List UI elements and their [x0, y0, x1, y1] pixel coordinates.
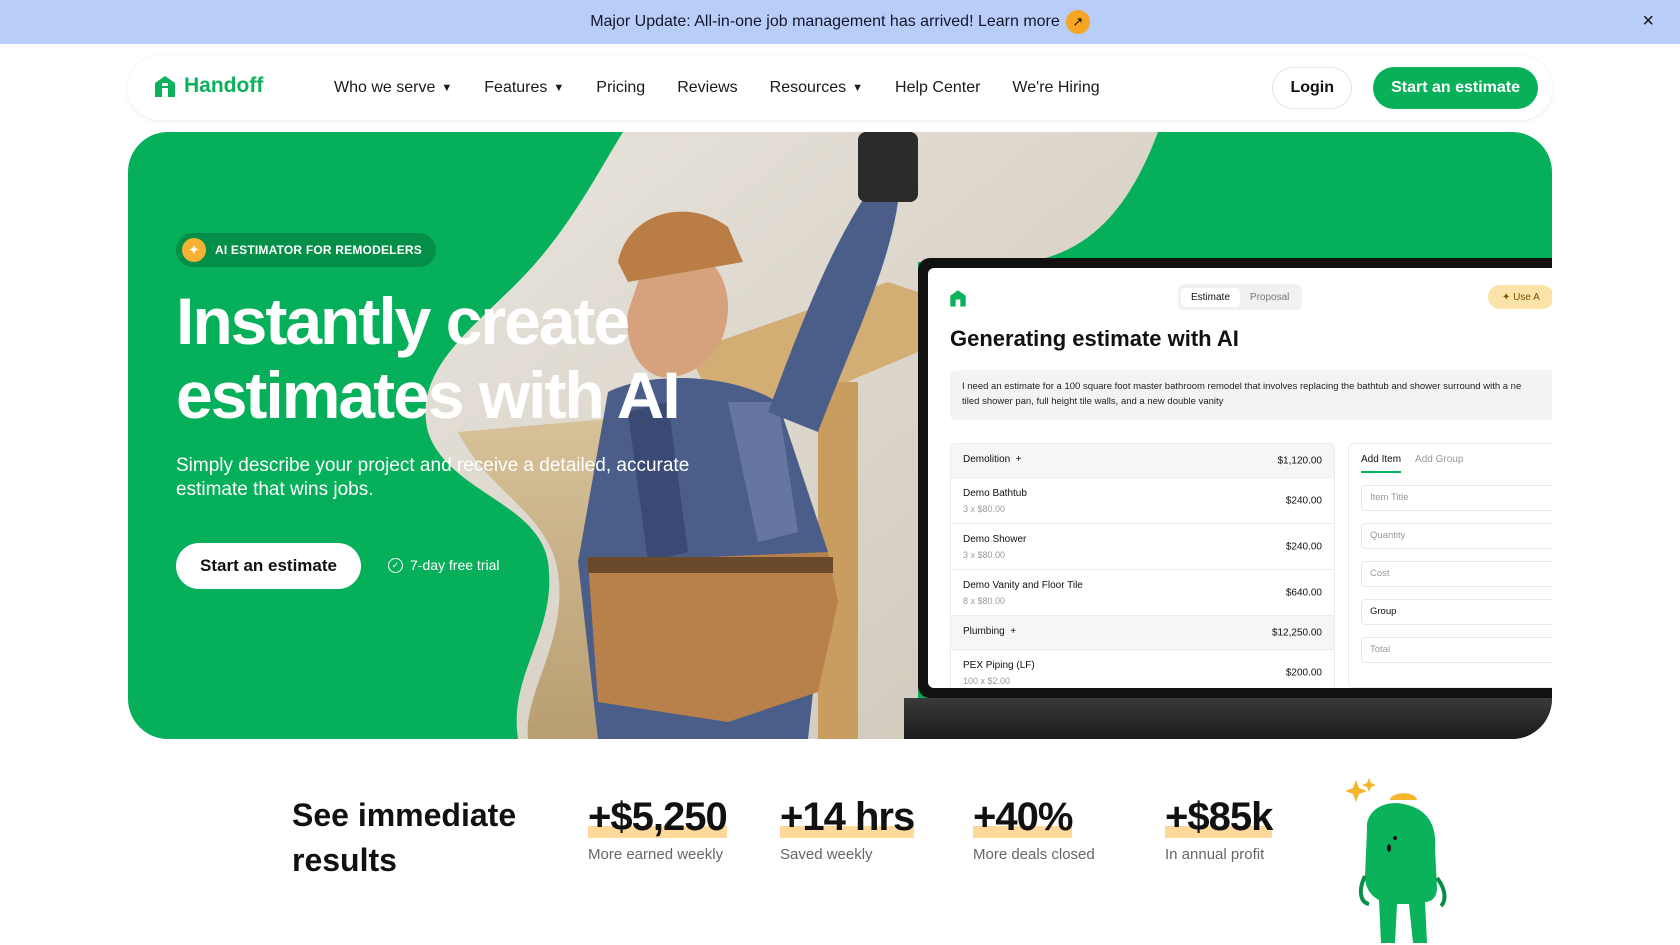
- stat-deals: +40% More deals closed: [973, 795, 1095, 863]
- logo[interactable]: Handoff: [152, 73, 263, 99]
- use-ai-button[interactable]: ✦ Use A: [1488, 285, 1552, 309]
- sparkle-icon: ✦: [1502, 291, 1514, 303]
- hero-section: ✦ AI ESTIMATOR FOR REMODELERS Instantly …: [128, 132, 1552, 739]
- table-row[interactable]: PEX Piping (LF) 100 x $2.00 $200.00: [951, 650, 1334, 688]
- nav-item-hiring[interactable]: We're Hiring: [1012, 79, 1099, 97]
- tab-estimate[interactable]: Estimate: [1181, 287, 1240, 307]
- stat-label: More deals closed: [973, 846, 1095, 863]
- stat-value: +$5,250: [588, 795, 728, 839]
- mockup-title: Generating estimate with AI: [950, 326, 1239, 351]
- tab-add-item[interactable]: Add Item: [1361, 454, 1402, 473]
- announcement-text[interactable]: Major Update: All-in-one job management …: [590, 13, 1060, 31]
- group-select[interactable]: Group: [1361, 599, 1552, 625]
- hero-title: Instantly create estimates with AI: [176, 284, 736, 432]
- stat-label: Saved weekly: [780, 846, 873, 863]
- plus-icon[interactable]: +: [1007, 626, 1016, 637]
- login-button[interactable]: Login: [1272, 67, 1352, 109]
- tab-add-group[interactable]: Add Group: [1415, 454, 1463, 473]
- handoff-logo-icon: [950, 290, 966, 307]
- stat-earned: +$5,250 More earned weekly: [588, 795, 728, 863]
- group-row-plumbing[interactable]: Plumbing + $12,250.00: [951, 616, 1334, 650]
- total-field: Total$: [1361, 637, 1552, 663]
- stats-heading: See immediate results: [292, 797, 517, 878]
- nav-links: Who we serve ▼ Features ▼ Pricing Reviews …: [334, 56, 1132, 120]
- nav-item-reviews[interactable]: Reviews: [677, 79, 737, 97]
- check-circle-icon: ✓: [388, 557, 403, 573]
- hero-badge-label: AI ESTIMATOR FOR REMODELERS: [215, 243, 422, 257]
- stat-label: More earned weekly: [588, 846, 724, 863]
- estimate-proposal-tabs: Estimate Proposal: [1178, 284, 1303, 310]
- tab-proposal[interactable]: Proposal: [1240, 288, 1299, 307]
- ai-prompt-text: I need an estimate for a 100 square foot…: [950, 370, 1552, 420]
- free-trial-note: ✓ 7-day free trial: [388, 557, 499, 573]
- cost-field[interactable]: Cost$: [1361, 561, 1552, 587]
- arrow-up-right-icon[interactable]: ↗: [1065, 10, 1090, 34]
- table-row[interactable]: Demo Shower 3 x $80.00 $240.00: [951, 524, 1334, 570]
- close-icon[interactable]: ×: [1642, 10, 1654, 33]
- stat-value: +$85k: [1165, 795, 1273, 839]
- logo-text: Handoff: [184, 74, 264, 97]
- stat-label: In annual profit: [1165, 846, 1265, 863]
- stat-hours: +14 hrs Saved weekly: [780, 795, 915, 863]
- laptop-mockup: Estimate Proposal ✦ Use A Generating est…: [918, 258, 1552, 698]
- chevron-down-icon: ▼: [852, 82, 864, 94]
- hero-start-estimate-button[interactable]: Start an estimate: [176, 543, 361, 589]
- table-row[interactable]: Demo Bathtub 3 x $80.00 $240.00: [951, 478, 1334, 524]
- add-item-panel: Add Item Add Group Item Title Quantity C…: [1348, 443, 1552, 688]
- stat-value: +40%: [973, 795, 1073, 839]
- stat-profit: +$85k In annual profit: [1165, 795, 1273, 863]
- announcement-bar: Major Update: All-in-one job management …: [0, 0, 1680, 44]
- chevron-down-icon: ▼: [553, 82, 565, 94]
- table-row[interactable]: Demo Vanity and Floor Tile 8 x $80.00 $6…: [951, 570, 1334, 616]
- estimate-app-screen: Estimate Proposal ✦ Use A Generating est…: [928, 268, 1552, 688]
- hero-title-line1: Instantly create: [176, 284, 630, 358]
- plus-icon[interactable]: +: [1013, 454, 1022, 465]
- main-nav: Handoff Who we serve ▼ Features ▼ Pricing …: [128, 56, 1552, 120]
- nav-start-estimate-button[interactable]: Start an estimate: [1373, 67, 1538, 109]
- nav-item-features[interactable]: Features ▼: [484, 79, 564, 97]
- hero-subtitle: Simply describe your project and receive…: [176, 455, 690, 500]
- quantity-field[interactable]: Quantity: [1361, 523, 1552, 549]
- nav-item-help-center[interactable]: Help Center: [895, 79, 980, 97]
- stat-value: +14 hrs: [780, 795, 915, 839]
- estimate-line-items: Demolition + $1,120.00 Demo Bathtub 3 x …: [950, 443, 1335, 688]
- laptop-base: [904, 698, 1552, 739]
- item-title-field[interactable]: Item Title: [1361, 485, 1552, 511]
- chevron-down-icon: ▼: [441, 82, 453, 94]
- hero-badge: ✦ AI ESTIMATOR FOR REMODELERS: [176, 233, 436, 267]
- group-row-demolition[interactable]: Demolition + $1,120.00: [951, 444, 1334, 478]
- handoff-logo-icon: [155, 76, 175, 97]
- free-trial-label: 7-day free trial: [410, 557, 500, 573]
- mascot-illustration: [1345, 778, 1447, 943]
- sparkle-icon: ✦: [182, 238, 206, 262]
- nav-item-who-we-serve[interactable]: Who we serve ▼: [334, 79, 452, 97]
- nav-item-pricing[interactable]: Pricing: [596, 79, 645, 97]
- nav-item-resources[interactable]: Resources ▼: [770, 79, 863, 97]
- hero-title-line2: estimates with AI: [176, 358, 681, 432]
